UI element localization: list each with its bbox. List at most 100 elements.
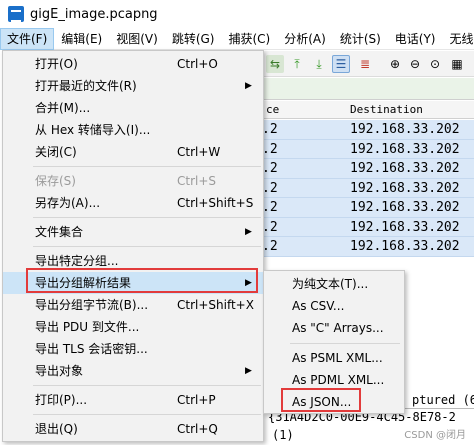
source-cell: .2 <box>262 122 278 137</box>
detail-captured-text: ptured (6 <box>412 393 474 407</box>
menu-item-export-packet-bytes[interactable]: 导出分组字节流(B)... Ctrl+Shift+X <box>3 294 263 316</box>
submenu-item-csv[interactable]: As CSV... <box>264 295 404 317</box>
menu-item-export-pdu[interactable]: 导出 PDU 到文件... <box>3 316 263 338</box>
column-destination[interactable]: Destination <box>350 103 423 116</box>
menu-item-label: As JSON... <box>292 395 352 409</box>
menu-item-shortcut: Ctrl+Shift+S <box>177 196 254 210</box>
zoom-in-icon[interactable]: ⊕ <box>386 55 404 73</box>
packet-row[interactable]: .2 192.168.33.202 <box>262 120 474 140</box>
menu-item-label: 导出特定分组... <box>35 254 119 268</box>
submenu-arrow-icon: ▶ <box>245 366 252 376</box>
menu-item-label: As PDML XML... <box>292 373 385 387</box>
menu-item-label: 合并(M)... <box>35 101 91 115</box>
destination-cell: 192.168.33.202 <box>350 219 460 235</box>
submenu-arrow-icon: ▶ <box>245 227 252 237</box>
menu-analyze[interactable]: 分析(A) <box>277 28 333 50</box>
menu-telephony[interactable]: 电话(Y) <box>388 28 443 50</box>
packet-row[interactable]: .2 192.168.33.202 <box>262 139 474 159</box>
source-cell: .2 <box>262 200 278 215</box>
menu-item-shortcut: Ctrl+O <box>177 57 218 71</box>
menu-item-label: As CSV... <box>292 299 345 313</box>
zoom-out-icon[interactable]: ⊖ <box>406 55 424 73</box>
packet-row[interactable]: .2 192.168.33.202 <box>262 217 474 237</box>
menu-view[interactable]: 视图(V) <box>109 28 165 50</box>
submenu-item-psml-xml[interactable]: As PSML XML... <box>264 347 404 369</box>
menu-item-shortcut: Ctrl+S <box>177 174 217 188</box>
display-filter-bar[interactable] <box>262 78 474 100</box>
packet-list: .2 192.168.33.202 .2 192.168.33.202 .2 192.… <box>262 120 474 257</box>
menu-separator <box>33 414 261 415</box>
menu-item-quit[interactable]: 退出(Q) Ctrl+Q <box>3 418 263 440</box>
menu-item-label: 导出分组字节流(B)... <box>35 298 149 312</box>
packet-row[interactable]: .2 192.168.33.202 <box>262 178 474 198</box>
go-first-packet-icon[interactable]: ⤒ <box>288 55 306 73</box>
destination-cell: 192.168.33.202 <box>350 122 460 137</box>
export-dissections-submenu: 为纯文本(T)... As CSV... As "C" Arrays... As… <box>263 270 405 414</box>
menu-item-label: 打开最近的文件(R) <box>35 79 137 93</box>
menu-statistics[interactable]: 统计(S) <box>333 28 388 50</box>
menu-item-label: 为纯文本(T)... <box>292 277 369 291</box>
source-cell: .2 <box>262 141 278 157</box>
menu-item-export-packet-dissections[interactable]: 导出分组解析结果 ▶ <box>3 272 263 294</box>
menu-item-shortcut: Ctrl+P <box>177 393 216 407</box>
menu-item-label: 导出 PDU 到文件... <box>35 320 140 334</box>
menu-item-label: 导出对象 <box>35 364 84 378</box>
menu-item-export-objects[interactable]: 导出对象 ▶ <box>3 360 263 382</box>
normal-size-icon[interactable]: ⊙ <box>426 55 444 73</box>
menu-separator <box>290 343 400 344</box>
submenu-item-c-arrays[interactable]: As "C" Arrays... <box>264 317 404 339</box>
menu-item-label: As PSML XML... <box>292 351 383 365</box>
menu-item-open[interactable]: 打开(O) Ctrl+O <box>3 53 263 75</box>
menu-wireless[interactable]: 无线( <box>443 28 474 50</box>
menu-item-label: 从 Hex 转储导入(I)... <box>35 123 151 137</box>
destination-cell: 192.168.33.202 <box>350 141 460 157</box>
menu-item-export-specified-packets[interactable]: 导出特定分组... <box>3 250 263 272</box>
menu-go[interactable]: 跳转(G) <box>165 28 222 50</box>
go-last-packet-icon[interactable]: ⤓ <box>310 55 328 73</box>
menu-item-merge[interactable]: 合并(M)... <box>3 97 263 119</box>
menu-item-export-tls-keys[interactable]: 导出 TLS 会话密钥... <box>3 338 263 360</box>
menu-item-print[interactable]: 打印(P)... Ctrl+P <box>3 389 263 411</box>
menu-item-save-as[interactable]: 另存为(A)... Ctrl+Shift+S <box>3 192 263 214</box>
menu-item-close[interactable]: 关闭(C) Ctrl+W <box>3 141 263 163</box>
submenu-item-pdml-xml[interactable]: As PDML XML... <box>264 369 404 391</box>
menu-item-save[interactable]: 保存(S) Ctrl+S <box>3 170 263 192</box>
detail-value: (1) <box>272 428 294 442</box>
resize-columns-icon[interactable]: ▦ <box>448 55 466 73</box>
menu-item-label: 导出 TLS 会话密钥... <box>35 342 148 356</box>
source-cell: .2 <box>262 161 278 176</box>
menu-file[interactable]: 文件(F) <box>0 27 55 50</box>
file-menu-dropdown: 打开(O) Ctrl+O 打开最近的文件(R) ▶ 合并(M)... 从 Hex… <box>2 50 264 442</box>
destination-cell: 192.168.33.202 <box>350 200 460 215</box>
menu-capture[interactable]: 捕获(C) <box>221 28 277 50</box>
packet-row[interactable]: .2 192.168.33.202 <box>262 237 474 257</box>
submenu-arrow-icon: ▶ <box>245 278 252 288</box>
menu-item-shortcut: Ctrl+Q <box>177 422 218 436</box>
source-cell: .2 <box>262 219 278 235</box>
packet-list-header: ce Destination <box>262 101 474 119</box>
window-title: gigE_image.pcapng <box>30 6 158 22</box>
packet-row[interactable]: .2 192.168.33.202 <box>262 159 474 179</box>
menu-separator <box>33 217 261 218</box>
title-bar: gigE_image.pcapng <box>0 0 474 28</box>
menu-item-file-set[interactable]: 文件集合 ▶ <box>3 221 263 243</box>
watermark: CSDN @闭月 <box>404 430 466 441</box>
submenu-arrow-icon: ▶ <box>245 81 252 91</box>
menu-edit[interactable]: 编辑(E) <box>54 28 109 50</box>
menu-item-import-hex[interactable]: 从 Hex 转储导入(I)... <box>3 119 263 141</box>
menu-item-open-recent[interactable]: 打开最近的文件(R) ▶ <box>3 75 263 97</box>
menu-item-label: 打开(O) <box>35 57 78 71</box>
menu-item-label: 另存为(A)... <box>35 196 101 210</box>
submenu-item-plain-text[interactable]: 为纯文本(T)... <box>264 273 404 295</box>
auto-scroll-icon[interactable]: ☰ <box>332 55 350 73</box>
destination-cell: 192.168.33.202 <box>350 180 460 196</box>
go-to-packet-icon[interactable]: ⇆ <box>266 55 284 73</box>
source-cell: .2 <box>262 180 278 196</box>
column-source[interactable]: ce <box>266 103 279 116</box>
packet-row[interactable]: .2 192.168.33.202 <box>262 198 474 218</box>
menu-separator <box>33 385 261 386</box>
menu-item-label: 关闭(C) <box>35 145 77 159</box>
colorize-icon[interactable]: ≣ <box>356 55 374 73</box>
submenu-item-json[interactable]: As JSON... <box>264 391 404 413</box>
menu-item-label: 打印(P)... <box>35 393 88 407</box>
